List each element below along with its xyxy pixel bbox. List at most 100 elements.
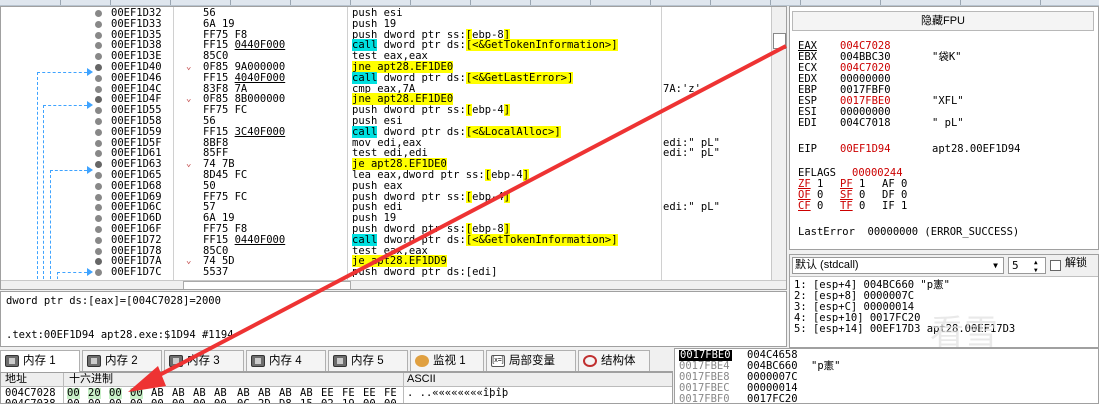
instruction-token: ] [503,104,511,117]
flag-name: IF [882,200,895,212]
row-bytes: 5537 [203,266,229,279]
memory-icon [169,355,183,367]
dump-byte[interactable]: 00 [363,399,376,404]
stack-row[interactable]: 0017FBEC 00000014 [675,383,1098,394]
dump-byte[interactable]: 02 [321,399,334,404]
instruction-token: [<&GetTokenInformation>] [465,39,618,52]
tab-3[interactable]: 内存 3 [164,350,244,371]
col-address: 地址 [5,373,27,385]
dump-row[interactable]: 004C7028 00 20 00 00 AB AB AB AB AB AB AB AB EE FE EE FE… [1,388,672,399]
flag-value: 0 [810,200,824,212]
branch-chevron-icon: ⌄ [186,256,192,267]
dump-byte[interactable]: 2D [258,399,271,404]
branch-chevron-icon: ⌄ [186,94,192,105]
tab-label: 内存 2 [105,355,138,367]
dump-byte[interactable]: 15 [300,399,313,404]
spinner-down-icon[interactable]: ▼ [1034,265,1038,276]
register-comment: apt28.00EF1D94 [932,143,1021,155]
dump-byte[interactable]: 19 [342,399,355,404]
info-pane: dword ptr ds:[eax]=[004C7028]=2000 .text… [0,291,787,347]
stack-pane[interactable]: 0017FBE0 004C4658 0017FBE4 004BC660 "p憲" 0017… [674,348,1099,404]
stack-row[interactable]: 0017FBE8 0000007C [675,372,1098,383]
dump-byte[interactable]: 00 [109,399,122,404]
flag-cf[interactable]: CF 0 [798,201,823,212]
flag-tf[interactable]: TF 0 [840,201,865,212]
dump-byte[interactable]: 00 [214,399,227,404]
tab-7[interactable]: [x=] 局部变量 [486,350,576,371]
dump-byte[interactable]: 00 [151,399,164,404]
instruction-token: ebp-4 [491,169,523,181]
stack-row[interactable]: 0017FBE0 004C4658 [675,350,1098,361]
tab-label: 结构体 [601,355,636,367]
disasm-scroll-thumb[interactable] [773,33,786,49]
registers-pane[interactable]: 隐藏FPU EAX 004C7028 EBX 004BBC30 "袋K" ECX 004C7… [789,6,1099,250]
tab-2[interactable]: 内存 2 [82,350,162,371]
calling-convention-select[interactable]: 默认 (stdcall) [792,257,1004,274]
flag-name: CF [798,200,811,212]
stack-value: 0017FC20 [747,393,798,404]
info-address-line: .text:00EF1D94 apt28.exe:$1D94 #1194 [6,329,234,341]
dump-byte[interactable]: D8 [279,399,292,404]
register-eip[interactable]: EIP 00EF1D94 apt28.00EF1D94 [798,144,1098,155]
arg-count-spinner[interactable]: 5 [1008,257,1046,274]
disassembly-pane[interactable]: 00EF1D32 56 push esi 00EF1D33 6A 19 push 19 00… [0,6,787,290]
row-bytes-ref[interactable]: 0440F000 [235,39,286,51]
register-name: EDI [798,117,817,129]
register-value[interactable]: 004C7018 [840,118,891,129]
disasm-horizontal-scrollbar[interactable] [1,280,786,289]
tab-1[interactable]: 内存 1 [0,350,80,372]
register-edi[interactable]: EDI 004C7018 " pL" [798,118,1098,129]
stack-row[interactable]: 0017FBE4 004BC660 "p憲" [675,360,1098,372]
col-hex: 十六进制 [69,373,113,385]
flag-name: TF [840,200,853,212]
branch-chevron-icon: ⌄ [186,159,192,170]
memory-icon [5,355,19,367]
dump-ascii: ......... [407,398,464,404]
tab-6[interactable]: 监视 1 [410,350,484,371]
disasm-row[interactable]: 00EF1D7C 5537 push dword ptr ds:[edi] [1,267,771,278]
register-comment: "XFL" [932,95,964,107]
unlock-checkbox[interactable] [1050,260,1061,271]
tab-label: 内存 1 [23,355,56,367]
instruction-token: [<&GetLastError>] [465,71,574,84]
dump-byte[interactable]: 00 [172,399,185,404]
col-ascii: ASCII [407,373,436,385]
dump-byte[interactable]: 00 [193,399,206,404]
tab-8[interactable]: 结构体 [578,350,650,371]
flag-if[interactable]: IF 1 [882,201,907,212]
tab-label: 内存 5 [351,355,384,367]
stack-comment: "p憲" [811,360,841,372]
chevron-down-icon[interactable]: ▼ [988,258,1003,273]
register-value[interactable]: 00EF1D94 [840,144,891,155]
stack-row[interactable]: 0017FBF0 0017FC20 [675,393,1098,404]
dump-byte[interactable]: 0C [237,399,250,404]
dump-byte[interactable]: 00 [384,399,397,404]
instruction-token: ] [503,190,511,203]
instruction-token: push dword ptr ds:[edi] [352,266,498,279]
dump-byte[interactable]: 00 [67,399,80,404]
tab-4[interactable]: 内存 4 [246,350,326,371]
branch-chevron-icon: ⌄ [186,62,192,72]
instruction-token: [<&LocalAlloc>] [465,125,561,138]
row-comment: edi:" pL" [663,147,720,160]
hide-fpu-button[interactable]: 隐藏FPU [792,11,1094,31]
dump-byte[interactable]: 00 [88,399,101,404]
disasm-hscroll-thumb[interactable] [183,281,351,289]
memory-icon [87,355,101,367]
tab-label: 内存 3 [187,355,220,367]
row-bytes-ref[interactable]: 4040F000 [235,72,286,84]
dump-byte[interactable]: 00 [130,399,143,404]
dump-tabs[interactable]: 内存 1 内存 2 内存 3 内存 4 内存 5 监视 1 [x=] 局部变量 结构体 [0,348,673,372]
flag-value: 0 [852,200,866,212]
register-comment: " pL" [932,117,964,129]
locals-icon: [x=] [491,355,505,367]
info-operand-line: dword ptr ds:[eax]=[004C7028]=2000 [6,295,221,307]
memory-dump-pane[interactable]: 地址 十六进制 ASCII 004C7028 00 20 00 00 AB AB AB AB AB… [0,372,673,404]
tab-5[interactable]: 内存 5 [328,350,408,371]
watermark-logo: 看雪 [930,313,998,353]
tab-label: 监视 1 [433,355,466,367]
row-bytes-ref[interactable]: 0440F000 [235,234,286,246]
row-comment: 7A:'z' [663,82,701,95]
dump-row[interactable]: 004C7038 00 00 00 00 00 00 00 00 0C 2D D8 15 02 19 00 00… [1,398,672,404]
row-bytes-ref[interactable]: 3C40F000 [235,126,286,138]
